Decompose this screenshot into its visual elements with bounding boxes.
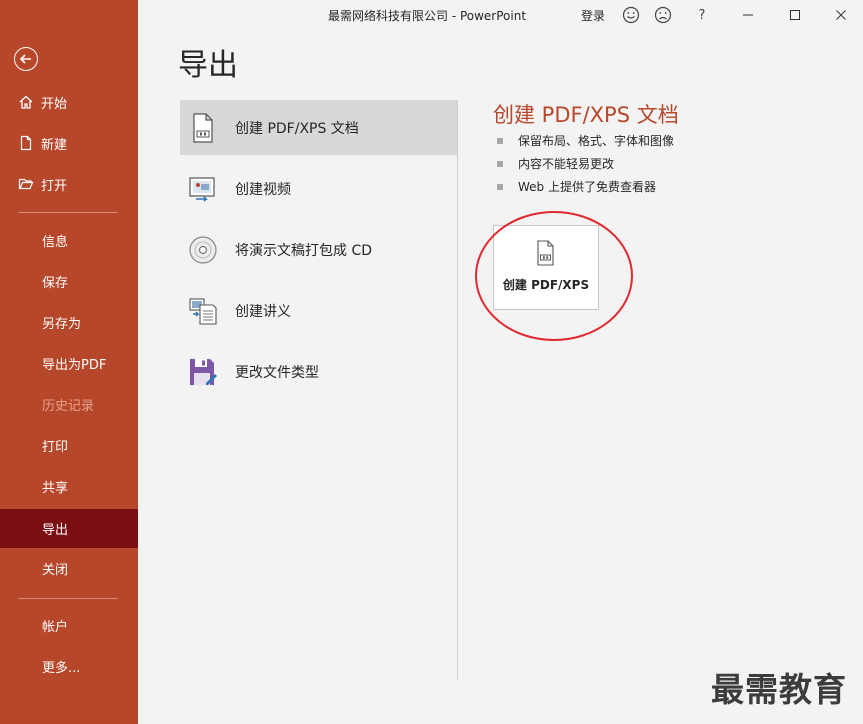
sidebar-divider [18, 598, 118, 599]
sidebar-item-info[interactable]: 信息 [0, 222, 138, 258]
sidebar-item-label: 共享 [42, 480, 69, 496]
list-item: Web 上提供了免费查看器 [497, 175, 674, 198]
sidebar-item-label: 打开 [41, 178, 68, 194]
sidebar-item-save[interactable]: 保存 [0, 263, 138, 299]
home-icon [18, 94, 34, 110]
video-icon [187, 173, 219, 205]
pdf-doc-icon [536, 240, 556, 270]
sidebar-item-label: 帐户 [42, 619, 69, 635]
folder-open-icon [18, 176, 34, 192]
sidebar-divider [18, 212, 118, 213]
export-option-package-cd[interactable]: 将演示文稿打包成 CD [180, 222, 457, 277]
sidebar-item-label: 保存 [42, 275, 69, 291]
detail-bullet-list: 保留布局、格式、字体和图像 内容不能轻易更改 Web 上提供了免费查看器 [497, 129, 674, 198]
option-label: 创建讲义 [235, 303, 291, 320]
file-type-icon [187, 356, 219, 388]
smiley-icon[interactable] [621, 5, 641, 25]
maximize-icon[interactable] [785, 5, 805, 25]
bullet-square-icon [497, 183, 503, 190]
sign-in-link[interactable]: 登录 [581, 7, 605, 24]
page-title: 导出 [178, 48, 238, 83]
export-option-change-file-type[interactable]: 更改文件类型 [180, 344, 457, 399]
create-button-label: 创建 PDF/XPS [502, 278, 590, 292]
sidebar-item-label: 信息 [42, 234, 69, 250]
option-label: 更改文件类型 [235, 364, 319, 381]
back-arrow-icon[interactable] [14, 47, 38, 71]
sidebar-item-export[interactable]: 导出 [0, 509, 138, 548]
pane-divider [457, 100, 458, 680]
create-pdf-xps-button[interactable]: 创建 PDF/XPS [493, 225, 599, 310]
bullet-text: 内容不能轻易更改 [518, 157, 615, 171]
option-label: 创建 PDF/XPS 文档 [235, 120, 359, 137]
detail-title: 创建 PDF/XPS 文档 [493, 103, 679, 127]
sidebar-item-label: 导出为PDF [42, 357, 107, 373]
watermark-text: 最需教育 [711, 670, 847, 709]
sidebar-item-close[interactable]: 关闭 [0, 550, 138, 586]
close-icon[interactable] [831, 5, 851, 25]
minimize-icon[interactable] [738, 5, 758, 25]
sidebar-item-home[interactable]: 开始 [0, 84, 138, 120]
export-option-pdf-xps[interactable]: 创建 PDF/XPS 文档 [180, 100, 457, 155]
export-option-video[interactable]: 创建视频 [180, 161, 457, 216]
sidebar-item-new[interactable]: 新建 [0, 125, 138, 161]
bullet-text: 保留布局、格式、字体和图像 [518, 134, 675, 148]
sidebar-item-label: 开始 [41, 96, 68, 112]
cd-icon [187, 234, 219, 266]
bullet-square-icon [497, 160, 503, 167]
sidebar-item-label: 关闭 [42, 562, 69, 578]
sidebar-item-print[interactable]: 打印 [0, 427, 138, 463]
sidebar-item-label: 另存为 [42, 316, 82, 332]
pdf-doc-icon [187, 112, 219, 144]
sidebar-item-export-pdf[interactable]: 导出为PDF [0, 345, 138, 381]
new-doc-icon [18, 135, 34, 151]
list-item: 保留布局、格式、字体和图像 [497, 129, 674, 152]
bullet-text: Web 上提供了免费查看器 [518, 180, 656, 194]
sidebar-item-more[interactable]: 更多... [0, 648, 138, 684]
sidebar-item-account[interactable]: 帐户 [0, 607, 138, 643]
sidebar-item-open[interactable]: 打开 [0, 166, 138, 202]
title-bar: 最需网络科技有限公司 - PowerPoint 登录 ? [138, 0, 863, 30]
frown-icon[interactable] [653, 5, 673, 25]
sidebar-item-label: 打印 [42, 439, 69, 455]
sidebar-item-label: 历史记录 [42, 398, 95, 414]
list-item: 内容不能轻易更改 [497, 152, 674, 175]
sidebar-item-save-as[interactable]: 另存为 [0, 304, 138, 340]
sidebar-item-label: 新建 [41, 137, 68, 153]
help-icon[interactable]: ? [692, 5, 712, 25]
sidebar-item-history: 历史记录 [0, 386, 138, 422]
window-title: 最需网络科技有限公司 - PowerPoint [328, 9, 527, 23]
sidebar-item-share[interactable]: 共享 [0, 468, 138, 504]
bullet-square-icon [497, 137, 503, 144]
sidebar-item-label: 导出 [42, 523, 69, 538]
sidebar-item-label: 更多... [42, 660, 81, 676]
backstage-sidebar: 开始 新建 打开 信息 保存 另存为 导出为PDF 历史记录 打印 共享 导出 … [0, 0, 138, 724]
handout-icon [187, 295, 219, 327]
option-label: 将演示文稿打包成 CD [235, 242, 373, 259]
option-label: 创建视频 [235, 181, 291, 198]
export-option-handouts[interactable]: 创建讲义 [180, 283, 457, 338]
